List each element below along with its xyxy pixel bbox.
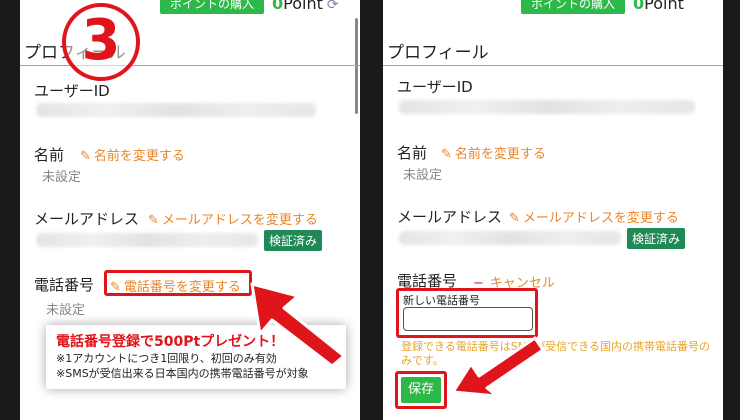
email-label: メールアドレス: [34, 210, 140, 228]
pencil-icon: ✎: [80, 149, 91, 164]
new-phone-input[interactable]: [403, 307, 533, 331]
name-label: 名前: [397, 144, 428, 162]
arrow-annotation: [250, 282, 346, 368]
pencil-icon: ✎: [110, 280, 121, 295]
edit-name-label: 名前を変更する: [93, 149, 185, 164]
promo-note-2: ※SMSが受信出来る日本国内の携帯電話番号が対象: [56, 367, 309, 380]
verified-badge: 検証済み: [264, 230, 323, 251]
step-number-badge: 3: [62, 3, 140, 81]
email-value-blurred: [399, 231, 621, 245]
profile-title: プロフィール: [387, 43, 489, 63]
edit-email-label: メールアドレスを変更する: [161, 213, 318, 228]
arrow-annotation: [451, 336, 545, 398]
edit-name-link[interactable]: ✎ 名前を変更する: [441, 143, 546, 162]
points-unit: Point: [644, 0, 684, 13]
buy-points-button[interactable]: ポイントの購入: [160, 0, 265, 14]
points-value: 0: [272, 0, 284, 13]
top-bar: ポイントの購入 0Point ⟳: [20, 0, 360, 16]
edit-name-link[interactable]: ✎ 名前を変更する: [80, 145, 185, 164]
user-id-label: ユーザーID: [397, 78, 473, 96]
points-unit: Point: [283, 0, 323, 13]
phone-value: 未設定: [46, 303, 86, 318]
save-button[interactable]: 保存: [401, 377, 441, 403]
name-label: 名前: [34, 146, 65, 164]
edit-email-link[interactable]: ✎ メールアドレスを変更する: [509, 207, 679, 226]
points-display: 0Point ⟳: [272, 0, 339, 13]
right-screenshot-panel: ポイントの購入 0Point プロフィール ユーザーID 名前 ✎ 名前を変更する…: [383, 0, 723, 420]
edit-name-label: 名前を変更する: [454, 147, 546, 162]
edit-phone-link[interactable]: ✎ 電話番号を変更する: [110, 276, 241, 295]
pencil-icon: ✎: [509, 211, 520, 226]
verified-badge: 検証済み: [627, 228, 686, 249]
edit-phone-label: 電話番号を変更する: [123, 280, 241, 295]
phone-label: 電話番号: [34, 276, 95, 294]
new-phone-label: 新しい電話番号: [403, 294, 480, 307]
user-id-value-blurred: [399, 100, 695, 114]
email-label: メールアドレス: [397, 208, 503, 226]
name-value: 未設定: [403, 168, 443, 183]
edit-email-link[interactable]: ✎ メールアドレスを変更する: [148, 209, 318, 228]
user-id-label: ユーザーID: [34, 82, 110, 100]
title-divider: [383, 65, 723, 66]
edit-email-label: メールアドレスを変更する: [522, 211, 679, 226]
pencil-icon: ✎: [441, 147, 452, 162]
scrollbar[interactable]: [355, 18, 358, 114]
top-bar: ポイントの購入 0Point: [383, 0, 723, 16]
pencil-icon: ✎: [148, 213, 159, 228]
name-value: 未設定: [42, 170, 82, 185]
email-value-blurred: [36, 233, 258, 247]
left-screenshot-panel: ポイントの購入 0Point⟳ プロフィール ユーザーID 名前 ✎名前を変更す…: [20, 0, 360, 420]
buy-points-button[interactable]: ポイントの購入: [521, 0, 626, 14]
points-display: 0Point: [633, 0, 684, 13]
user-id-value-blurred: [36, 103, 316, 117]
points-value: 0: [633, 0, 645, 13]
refresh-icon[interactable]: ⟳: [327, 0, 339, 13]
